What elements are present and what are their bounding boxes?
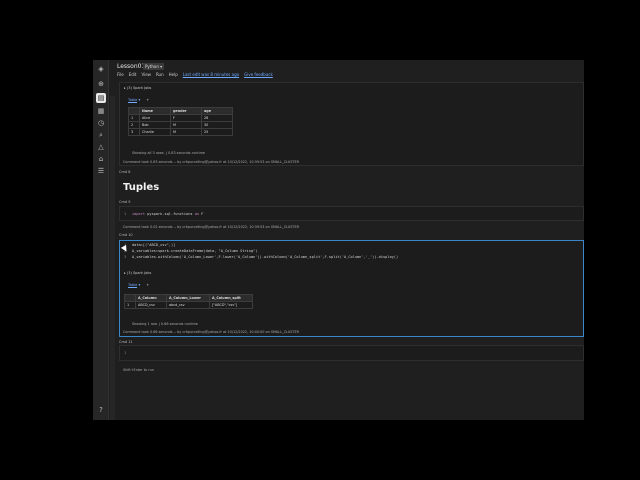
help-icon[interactable]: ? [96, 405, 106, 415]
feedback-link[interactable]: Give feedback [244, 72, 273, 77]
result-tabs: Table ▾ + [128, 98, 150, 103]
run-hint: Shift+Enter to run [123, 368, 154, 372]
notebook-title[interactable]: Lesson01 [117, 63, 145, 70]
code-line: A_variables=spark.createDataFrame(data, … [132, 249, 258, 253]
column-header [124, 294, 136, 302]
spark-jobs-toggle[interactable]: ▸ (3) Spark Jobs [124, 86, 151, 90]
add-visualization-button[interactable]: + [146, 98, 149, 102]
code-cell-tuples[interactable]: 1 data=[("ABCD_csv",)] 2 A_variables=spa… [119, 240, 584, 337]
cmd-label: Cmd 11 [119, 340, 133, 344]
add-visualization-button[interactable]: + [146, 283, 149, 287]
tab-table[interactable]: Table [128, 98, 138, 103]
code-cell-empty[interactable]: 1 [119, 345, 584, 361]
repos-icon[interactable]: ▦ [96, 106, 106, 116]
line-number: 1 [124, 212, 127, 216]
code-cell-import[interactable]: 1 import pyspark.sql.functions as F [119, 206, 584, 221]
menu-file[interactable]: File [117, 72, 124, 77]
notebook-content: ▸ (3) Spark Jobs Table ▾ + Name gender ag… [119, 82, 584, 420]
left-sidebar: ◈ ⊕ ▤ ▦ ◷ ⌕ △ ⌂ ☰ ? [93, 60, 109, 420]
code-line: import pyspark.sql.functions as F [132, 212, 204, 216]
workspace-icon[interactable]: ▤ [96, 93, 106, 103]
add-icon[interactable]: ⊕ [96, 79, 106, 89]
code-line: data=[("ABCD_csv",)] [132, 243, 176, 247]
menu-run[interactable]: Run [156, 72, 164, 77]
recents-icon[interactable]: ◷ [96, 118, 106, 128]
code-line: A_variables.withColumn('A_Column_Lower',… [132, 255, 399, 259]
result-tabs: Table ▾ + [128, 283, 150, 288]
menu-bar: File Edit View Run Help Last edit was 8 … [117, 72, 273, 77]
table-row: 2 Bob M 30 [128, 121, 233, 129]
menu-view[interactable]: View [141, 72, 151, 77]
cell-output-1: ▸ (3) Spark Jobs Table ▾ + Name gender ag… [119, 82, 584, 166]
notebook-header: Lesson01 Python ▾ File Edit View Run Hel… [115, 60, 584, 82]
cmd-label: Cmd 8 [119, 170, 131, 174]
cmd-label: Cmd 10 [119, 233, 133, 237]
databricks-logo-icon[interactable]: ◈ [96, 64, 106, 74]
jobs-icon[interactable]: ☰ [96, 166, 106, 176]
search-icon[interactable]: ⌕ [96, 130, 106, 140]
spark-jobs-toggle[interactable]: ▸ (3) Spark Jobs [124, 271, 151, 275]
table-row: 3 Charlie M 25 [128, 128, 233, 136]
table-row: 1 Alice F 28 [128, 114, 233, 122]
language-selector[interactable]: Python ▾ [143, 63, 165, 70]
result-table-1: Name gender age 1 Alice F 28 2 Bob M 30 3 Charl… [128, 107, 233, 136]
line-number: 3 [124, 255, 127, 259]
column-header-a-column-split[interactable]: A_Column_split [209, 294, 253, 302]
last-edit-link[interactable]: Last edit was 8 minutes ago [183, 72, 239, 77]
table-row: 1 ABCD_csv abcd_csv ["ABCD","csv"] [124, 301, 253, 309]
markdown-heading: Tuples [123, 182, 160, 193]
column-header-a-column[interactable]: A_Column [135, 294, 167, 302]
cmd-label: Cmd 9 [119, 200, 131, 204]
data-icon[interactable]: △ [96, 142, 106, 152]
column-header-age[interactable]: age [201, 107, 233, 115]
column-header [128, 107, 140, 115]
column-header-name[interactable]: Name [139, 107, 171, 115]
compute-icon[interactable]: ⌂ [96, 154, 106, 164]
command-footer: Command took 0.66 seconds -- by critpurc… [123, 330, 299, 334]
command-footer: Command took 0.02 seconds -- by critpurc… [123, 225, 299, 229]
result-table-2: A_Column A_Column_Lower A_Column_split 1… [124, 294, 253, 309]
row-count-status: Showing all 3 rows. | 0.83 seconds runti… [132, 151, 205, 155]
column-header-a-column-lower[interactable]: A_Column_Lower [166, 294, 210, 302]
menu-edit[interactable]: Edit [129, 72, 137, 77]
menu-help[interactable]: Help [169, 72, 178, 77]
notebook-sidebar [110, 96, 115, 420]
command-footer: Command took 0.83 seconds -- by critpurc… [123, 160, 299, 164]
notebook-window: ◈ ⊕ ▤ ▦ ◷ ⌕ △ ⌂ ☰ ? Lesson01 Python ▾ Fi… [93, 60, 584, 420]
row-count-status: Showing 1 row. | 0.66 seconds runtime [132, 322, 198, 326]
line-number: 1 [124, 351, 127, 355]
column-header-gender[interactable]: gender [170, 107, 202, 115]
tab-table[interactable]: Table [128, 283, 138, 288]
